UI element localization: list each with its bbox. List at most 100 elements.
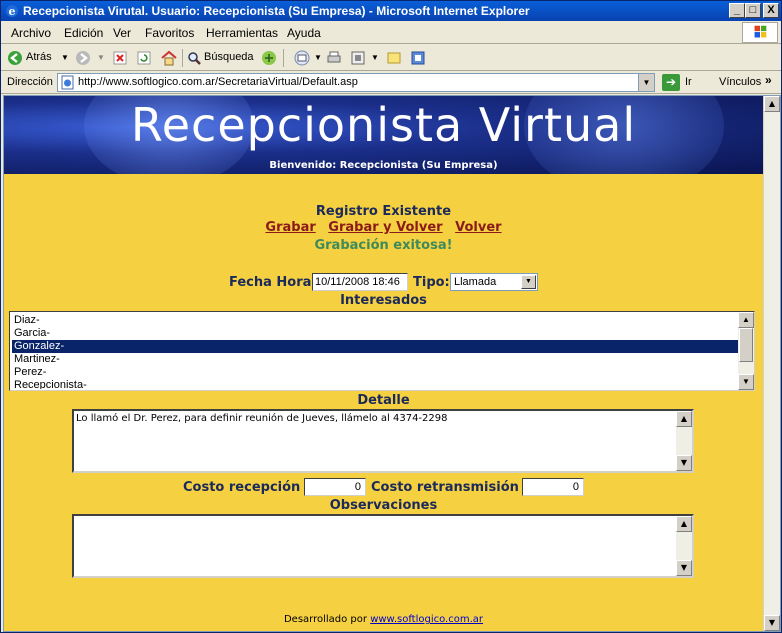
- back-dropdown-icon[interactable]: ▼: [61, 53, 69, 62]
- detail-text: Lo llamó el Dr. Perez, para definir reun…: [76, 413, 448, 424]
- datetime-label: Fecha Hora: [229, 275, 312, 290]
- search-button[interactable]: Búsqueda: [204, 51, 254, 63]
- address-label: Dirección: [7, 76, 53, 88]
- list-item[interactable]: Recepcionista-: [12, 379, 738, 389]
- interested-label: Interesados: [340, 293, 427, 308]
- save-and-return-link[interactable]: Grabar y Volver: [328, 220, 442, 235]
- search-icon[interactable]: [186, 49, 202, 67]
- footer: Desarrollado por www.softlogico.com.ar: [4, 614, 763, 625]
- scroll-up-icon[interactable]: ▲: [676, 516, 692, 532]
- list-item-selected[interactable]: Gonzalez-: [12, 340, 738, 353]
- internet-explorer-icon: e: [6, 5, 18, 18]
- type-label: Tipo:: [413, 275, 450, 290]
- interested-listbox[interactable]: Diaz- Garcia- Gonzalez- Martinez- Perez-…: [9, 311, 755, 391]
- scroll-down-icon[interactable]: ▼: [676, 560, 692, 576]
- list-item[interactable]: Perez-: [12, 366, 738, 379]
- toolbar-separator: [283, 49, 284, 67]
- menu-archivo[interactable]: Archivo: [11, 26, 51, 40]
- minimize-button[interactable]: _: [729, 3, 745, 18]
- address-url[interactable]: http://www.softlogico.com.ar/SecretariaV…: [78, 76, 358, 88]
- cost-reception-label: Costo recepción: [183, 480, 301, 495]
- cost-retransmission-label: Costo retransmisión: [371, 480, 519, 495]
- textarea-scrollbar[interactable]: ▲ ▼: [676, 411, 692, 471]
- page-viewport: Recepcionista Virtual Bienvenido: Recepc…: [3, 95, 781, 632]
- favorites-icon[interactable]: [260, 49, 278, 67]
- page-scrollbar[interactable]: ▲ ▼: [763, 96, 780, 631]
- page-content: Recepcionista Virtual Bienvenido: Recepc…: [4, 96, 763, 631]
- scroll-up-icon[interactable]: ▲: [764, 96, 780, 112]
- footer-link[interactable]: www.softlogico.com.ar: [370, 614, 483, 625]
- banner-title: Recepcionista Virtual: [130, 98, 637, 152]
- return-link[interactable]: Volver: [455, 220, 501, 235]
- menu-herramientas[interactable]: Herramientas: [206, 26, 278, 40]
- back-button[interactable]: Atrás: [26, 51, 52, 63]
- record-status-heading: Registro Existente: [315, 204, 452, 219]
- window-title: Recepcionista Virutal. Usuario: Recepcio…: [23, 4, 530, 18]
- scroll-up-icon[interactable]: ▲: [738, 312, 754, 328]
- go-arrow-icon[interactable]: ➔: [662, 74, 680, 91]
- observations-textarea[interactable]: ▲ ▼: [72, 514, 694, 578]
- toolbar-separator: [182, 49, 183, 67]
- title-bar: e Recepcionista Virutal. Usuario: Recepc…: [1, 1, 781, 21]
- menu-favoritos[interactable]: Favoritos: [145, 26, 194, 40]
- windows-logo-icon: [742, 22, 778, 43]
- messenger-icon[interactable]: [410, 49, 426, 67]
- menu-bar: Archivo Edición Ver Favoritos Herramient…: [1, 22, 781, 44]
- maximize-button[interactable]: □: [745, 3, 761, 18]
- mail-dropdown-icon[interactable]: ▼: [314, 53, 322, 62]
- list-item[interactable]: Garcia-: [12, 327, 738, 340]
- cost-retransmission-field[interactable]: 0: [522, 478, 584, 496]
- discuss-icon[interactable]: [386, 49, 402, 67]
- page-icon: [61, 75, 74, 90]
- edit-dropdown-icon[interactable]: ▼: [371, 53, 379, 62]
- action-links: Grabar Grabar y Volver Volver: [4, 220, 763, 235]
- menu-ayuda[interactable]: Ayuda: [287, 26, 321, 40]
- home-icon[interactable]: [160, 49, 178, 67]
- cost-retransmission-value: 0: [572, 481, 579, 493]
- scroll-up-icon[interactable]: ▲: [676, 411, 692, 427]
- toolbar: Atrás ▼ ▼ Búsqueda ▼ ▼: [1, 45, 781, 71]
- list-item[interactable]: Diaz-: [12, 314, 738, 327]
- edit-icon[interactable]: [350, 49, 366, 67]
- save-link[interactable]: Grabar: [265, 220, 315, 235]
- menu-edicion[interactable]: Edición: [64, 26, 103, 40]
- welcome-text: Bienvenido: Recepcionista (Su Empresa): [269, 160, 498, 171]
- type-value: Llamada: [454, 276, 497, 288]
- scroll-down-icon[interactable]: ▼: [676, 455, 692, 471]
- list-item[interactable]: Martinez-: [12, 353, 738, 366]
- scroll-down-icon[interactable]: ▼: [764, 615, 780, 631]
- browser-window: e Recepcionista Virutal. Usuario: Recepc…: [0, 0, 782, 633]
- footer-prefix: Desarrollado por: [283, 614, 368, 625]
- header-banner: Recepcionista Virtual Bienvenido: Recepc…: [4, 96, 763, 174]
- scroll-thumb[interactable]: [739, 328, 753, 362]
- success-message: Grabación exitosa!: [314, 238, 453, 253]
- close-button[interactable]: X: [763, 3, 779, 18]
- type-select[interactable]: Llamada ▼: [450, 273, 538, 291]
- detail-textarea[interactable]: Lo llamó el Dr. Perez, para definir reun…: [72, 409, 694, 473]
- observations-label: Observaciones: [329, 498, 438, 513]
- menu-ver[interactable]: Ver: [113, 26, 131, 40]
- refresh-icon[interactable]: [136, 49, 152, 67]
- svg-text:e: e: [9, 5, 16, 18]
- back-icon[interactable]: [7, 49, 23, 67]
- address-input[interactable]: http://www.softlogico.com.ar/SecretariaV…: [57, 73, 655, 92]
- stop-icon[interactable]: [112, 49, 128, 67]
- mail-icon[interactable]: [293, 49, 311, 67]
- cost-reception-value: 0: [354, 481, 361, 493]
- links-button[interactable]: Vínculos: [719, 76, 761, 88]
- links-chevron-icon[interactable]: »: [765, 73, 772, 87]
- cost-reception-field[interactable]: 0: [304, 478, 366, 496]
- chevron-down-icon[interactable]: ▼: [521, 275, 536, 289]
- address-bar: Dirección http://www.softlogico.com.ar/S…: [1, 72, 781, 94]
- go-button[interactable]: Ir: [685, 76, 692, 88]
- print-icon[interactable]: [326, 49, 342, 67]
- textarea-scrollbar[interactable]: ▲ ▼: [676, 516, 692, 576]
- forward-dropdown-icon[interactable]: ▼: [97, 53, 105, 62]
- datetime-field[interactable]: 10/11/2008 18:46: [312, 273, 408, 291]
- address-dropdown-icon[interactable]: ▼: [638, 74, 654, 91]
- scroll-down-icon[interactable]: ▼: [738, 374, 754, 390]
- datetime-value: 10/11/2008 18:46: [315, 276, 400, 288]
- forward-icon[interactable]: [75, 49, 91, 67]
- detail-label: Detalle: [357, 393, 410, 408]
- listbox-scrollbar[interactable]: ▲ ▼: [738, 312, 754, 390]
